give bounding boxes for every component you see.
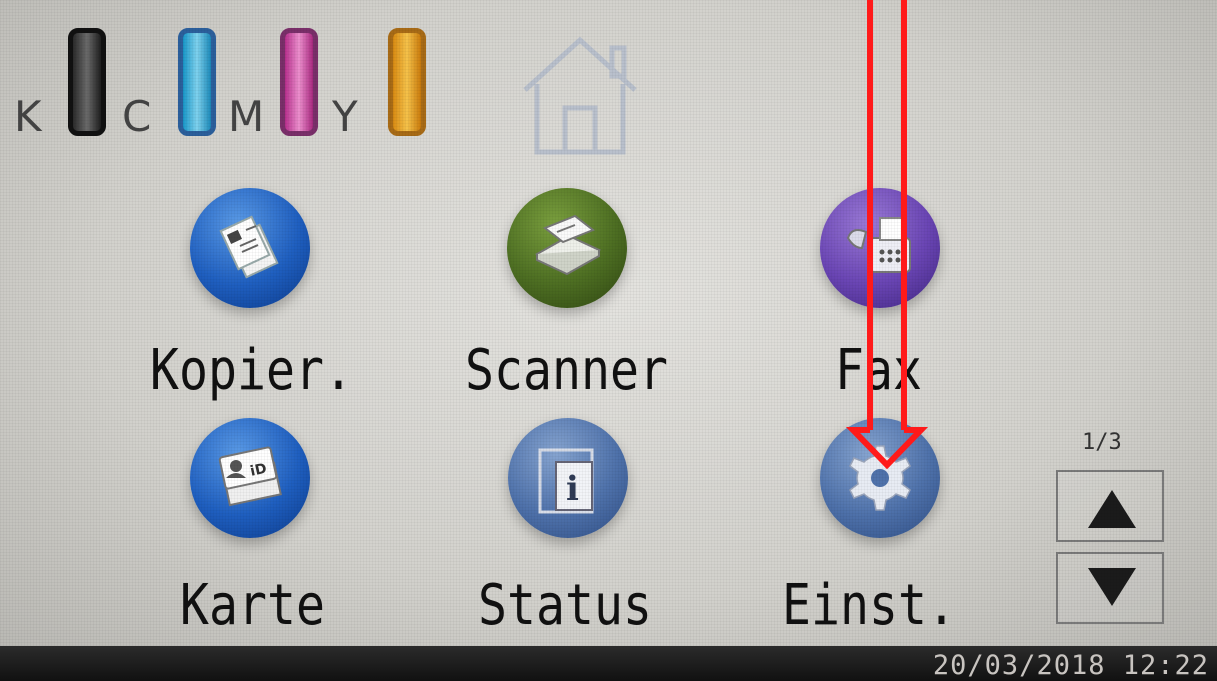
app-status[interactable]: i Status [478, 418, 708, 638]
svg-text:iD: iD [249, 461, 268, 480]
app-label-status: Status [478, 573, 652, 638]
app-label-id-card: Karte [180, 573, 325, 638]
status-bar: 20/03/2018 12:22 [0, 646, 1217, 681]
ink-letter-k: K [14, 92, 42, 141]
ink-cartridge-magenta [280, 28, 318, 136]
ink-letter-y: Y [332, 92, 358, 141]
app-label-fax: Fax [835, 338, 922, 403]
settings-gear-icon [820, 418, 940, 538]
ink-levels: K C M Y [10, 28, 450, 138]
app-fax[interactable]: Fax [780, 188, 1010, 408]
app-label-copy: Kopier. [150, 338, 353, 403]
ink-letter-c: C [122, 92, 152, 141]
ink-cartridge-yellow [388, 28, 426, 136]
app-id-card[interactable]: iD Karte [180, 418, 380, 638]
app-settings[interactable]: Einst. [782, 418, 1012, 638]
app-copy[interactable]: Kopier. [150, 188, 380, 408]
ink-letter-m: M [228, 92, 265, 141]
arrow-down-icon [1088, 568, 1136, 606]
fax-icon [820, 188, 940, 308]
ink-cartridge-cyan [178, 28, 216, 136]
app-scanner[interactable]: Scanner [465, 188, 695, 408]
svg-text:i: i [566, 469, 579, 509]
scroll-down-button[interactable] [1056, 552, 1164, 624]
printer-touchscreen: K C M Y Kopier. Scanner Fax iD Karte i S… [0, 0, 1217, 652]
id-card-icon: iD [190, 418, 310, 538]
arrow-up-icon [1088, 490, 1136, 528]
page-indicator: 1/3 [1082, 430, 1122, 455]
home-icon[interactable] [515, 28, 645, 158]
datetime: 20/03/2018 12:22 [932, 650, 1209, 681]
status-info-icon: i [508, 418, 628, 538]
copy-icon [190, 188, 310, 308]
scanner-icon [507, 188, 627, 308]
scroll-up-button[interactable] [1056, 470, 1164, 542]
app-label-settings: Einst. [782, 573, 956, 638]
app-label-scanner: Scanner [465, 338, 668, 403]
ink-cartridge-black [68, 28, 106, 136]
